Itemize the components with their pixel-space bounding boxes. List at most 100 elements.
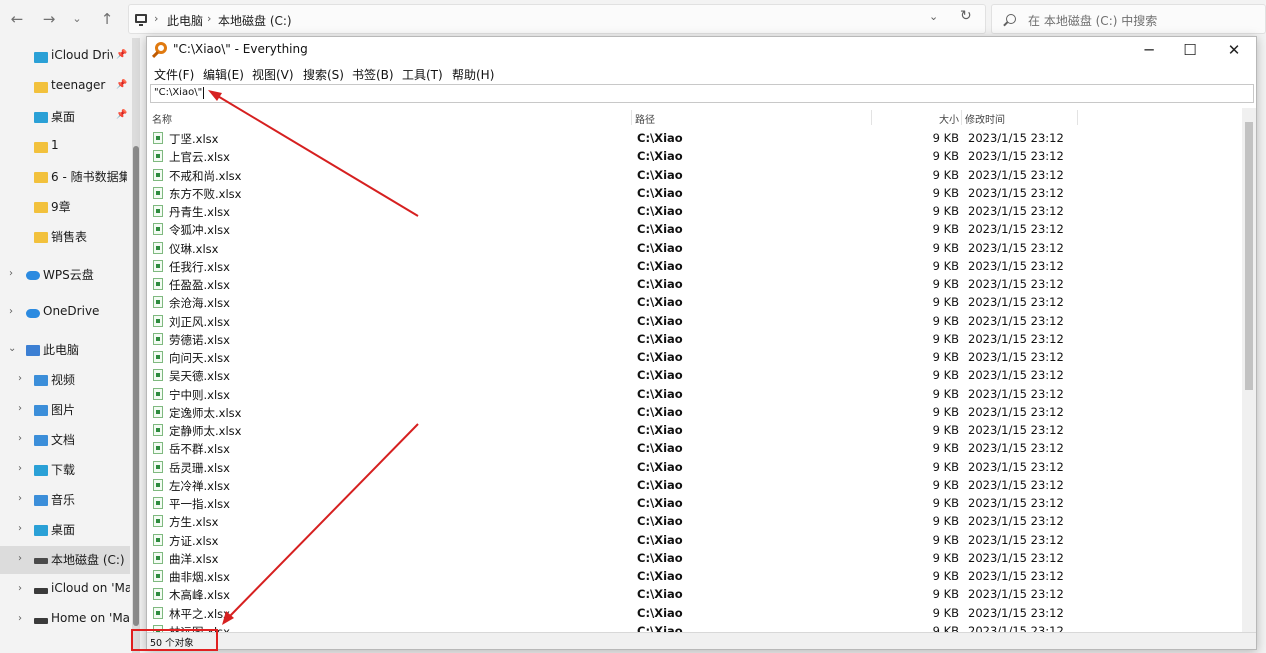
sidebar-item-1[interactable]: 1 [0,133,130,161]
chevron-right-icon[interactable]: › [9,306,13,317]
chevron-right-icon[interactable]: › [9,268,13,279]
sidebar-item-sales[interactable]: 销售表 [0,223,130,251]
table-row[interactable]: 刘正风.xlsx C:\Xiao 9 KB 2023/1/15 23:12 [147,312,1242,330]
table-row[interactable]: 岳不群.xlsx C:\Xiao 9 KB 2023/1/15 23:12 [147,439,1242,457]
back-icon[interactable]: ← [6,8,28,30]
menu-file[interactable]: 文件(F) [154,66,194,83]
column-name[interactable]: 名称 [152,111,172,126]
results-scroll-thumb[interactable] [1245,122,1253,390]
sidebar-item-local-disk-c[interactable]: › 本地磁盘 (C:) [0,546,130,574]
table-row[interactable]: 上官云.xlsx C:\Xiao 9 KB 2023/1/15 23:12 [147,147,1242,165]
table-row[interactable]: 曲非烟.xlsx C:\Xiao 9 KB 2023/1/15 23:12 [147,567,1242,585]
close-icon[interactable]: ✕ [1223,40,1245,60]
table-row[interactable]: 仪琳.xlsx C:\Xiao 9 KB 2023/1/15 23:12 [147,239,1242,257]
title-bar[interactable]: "C:\Xiao\" - Everything ─ ☐ ✕ [147,37,1256,63]
table-row[interactable]: 任盈盈.xlsx C:\Xiao 9 KB 2023/1/15 23:12 [147,275,1242,293]
file-name: 曲洋.xlsx [169,551,219,566]
file-name: 木高峰.xlsx [169,588,230,603]
explorer-search-box[interactable]: 在 本地磁盘 (C:) 中搜索 [991,4,1266,34]
menu-tools[interactable]: 工具(T) [402,66,443,83]
refresh-icon[interactable]: ↻ [960,8,972,24]
table-row[interactable]: 不戒和尚.xlsx C:\Xiao 9 KB 2023/1/15 23:12 [147,166,1242,184]
table-row[interactable]: 东方不败.xlsx C:\Xiao 9 KB 2023/1/15 23:12 [147,184,1242,202]
column-path[interactable]: 路径 [635,111,655,126]
table-row[interactable]: 余沧海.xlsx C:\Xiao 9 KB 2023/1/15 23:12 [147,293,1242,311]
sidebar-label: Home on 'Mac [51,611,130,625]
sidebar-item-wps-cloud[interactable]: › WPS云盘 [0,261,130,289]
sidebar-scrollbar[interactable] [132,38,140,653]
table-row[interactable]: 方生.xlsx C:\Xiao 9 KB 2023/1/15 23:12 [147,512,1242,530]
chevron-right-icon[interactable]: › [207,12,211,25]
chevron-down-icon[interactable]: ⌄ [8,343,16,354]
table-row[interactable]: 向问天.xlsx C:\Xiao 9 KB 2023/1/15 23:12 [147,348,1242,366]
chevron-right-icon[interactable]: › [18,403,22,414]
column-modified[interactable]: 修改时间 [965,111,1005,126]
address-bar[interactable]: › 此电脑 › 本地磁盘 (C:) ⌄ ↻ [128,4,986,34]
table-row[interactable]: 令狐冲.xlsx C:\Xiao 9 KB 2023/1/15 23:12 [147,220,1242,238]
chevron-right-icon[interactable]: › [18,373,22,384]
table-row[interactable]: 宁中则.xlsx C:\Xiao 9 KB 2023/1/15 23:12 [147,385,1242,403]
sidebar-item-desktop[interactable]: 桌面 📌 [0,103,130,131]
table-row[interactable]: 林平之.xlsx C:\Xiao 9 KB 2023/1/15 23:12 [147,604,1242,622]
maximize-icon[interactable]: ☐ [1179,40,1201,60]
sidebar-item-videos[interactable]: › 视频 [0,366,130,394]
menu-bookmarks[interactable]: 书签(B) [352,66,394,83]
breadcrumb-local-disk[interactable]: 本地磁盘 (C:) [218,12,292,29]
menu-search[interactable]: 搜索(S) [303,66,344,83]
menu-help[interactable]: 帮助(H) [452,66,494,83]
up-icon[interactable]: ↑ [96,8,118,30]
column-divider[interactable] [631,110,632,125]
breadcrumb-this-pc[interactable]: 此电脑 [167,12,203,29]
sidebar-item-home-mac[interactable]: › Home on 'Mac [0,606,130,634]
search-input[interactable]: "C:\Xiao\" [150,84,1254,103]
minimize-icon[interactable]: ─ [1138,40,1160,60]
sidebar-item-teenager[interactable]: teenager 📌 [0,73,130,101]
sidebar-scroll-thumb[interactable] [133,146,139,626]
sidebar-item-desktop-2[interactable]: › 桌面 [0,516,130,544]
table-row[interactable]: 任我行.xlsx C:\Xiao 9 KB 2023/1/15 23:12 [147,257,1242,275]
chevron-right-icon[interactable]: › [18,523,22,534]
sidebar-item-onedrive[interactable]: › OneDrive [0,299,130,327]
chevron-right-icon[interactable]: › [18,493,22,504]
chevron-right-icon[interactable]: › [18,553,22,564]
table-row[interactable]: 林远图.xlsx C:\Xiao 9 KB 2023/1/15 23:12 [147,622,1242,632]
sidebar-item-chapter9[interactable]: 9章 [0,193,130,221]
menu-edit[interactable]: 编辑(E) [203,66,244,83]
table-row[interactable]: 定静师太.xlsx C:\Xiao 9 KB 2023/1/15 23:12 [147,421,1242,439]
sidebar-item-music[interactable]: › 音乐 [0,486,130,514]
table-row[interactable]: 定逸师太.xlsx C:\Xiao 9 KB 2023/1/15 23:12 [147,403,1242,421]
table-row[interactable]: 左冷禅.xlsx C:\Xiao 9 KB 2023/1/15 23:12 [147,476,1242,494]
table-row[interactable]: 劳德诺.xlsx C:\Xiao 9 KB 2023/1/15 23:12 [147,330,1242,348]
table-row[interactable]: 木高峰.xlsx C:\Xiao 9 KB 2023/1/15 23:12 [147,585,1242,603]
chevron-right-icon[interactable]: › [18,463,22,474]
sidebar-item-dataset[interactable]: 6 - 随书数据集 [0,163,130,191]
column-divider[interactable] [1077,110,1078,125]
table-row[interactable]: 平一指.xlsx C:\Xiao 9 KB 2023/1/15 23:12 [147,494,1242,512]
menu-view[interactable]: 视图(V) [252,66,294,83]
sidebar-item-this-pc[interactable]: ⌄ 此电脑 [0,336,130,364]
column-size[interactable]: 大小 [939,111,959,126]
sidebar-item-icloud-drive[interactable]: iCloud Drive 📌 [0,43,130,71]
chevron-right-icon[interactable]: › [154,12,158,25]
chevron-right-icon[interactable]: › [18,613,22,624]
sidebar-item-downloads[interactable]: › 下载 [0,456,130,484]
sidebar-item-documents[interactable]: › 文档 [0,426,130,454]
chevron-right-icon[interactable]: › [18,433,22,444]
table-row[interactable]: 丁坚.xlsx C:\Xiao 9 KB 2023/1/15 23:12 [147,129,1242,147]
table-row[interactable]: 丹青生.xlsx C:\Xiao 9 KB 2023/1/15 23:12 [147,202,1242,220]
table-row[interactable]: 吴天德.xlsx C:\Xiao 9 KB 2023/1/15 23:12 [147,366,1242,384]
column-divider[interactable] [961,110,962,125]
sidebar-item-pictures[interactable]: › 图片 [0,396,130,424]
sidebar-label: 桌面 [51,523,76,537]
sidebar-item-icloud-mac[interactable]: › iCloud on 'Mac [0,576,130,604]
forward-icon[interactable]: → [38,8,60,30]
excel-file-icon [153,241,163,254]
table-row[interactable]: 曲洋.xlsx C:\Xiao 9 KB 2023/1/15 23:12 [147,549,1242,567]
table-row[interactable]: 方证.xlsx C:\Xiao 9 KB 2023/1/15 23:12 [147,531,1242,549]
chevron-right-icon[interactable]: › [18,583,22,594]
column-divider[interactable] [871,110,872,125]
chevron-down-icon[interactable]: ⌄ [929,10,938,23]
results-scrollbar[interactable] [1242,108,1256,632]
table-row[interactable]: 岳灵珊.xlsx C:\Xiao 9 KB 2023/1/15 23:12 [147,458,1242,476]
recent-dropdown-icon[interactable]: ⌄ [66,8,88,30]
